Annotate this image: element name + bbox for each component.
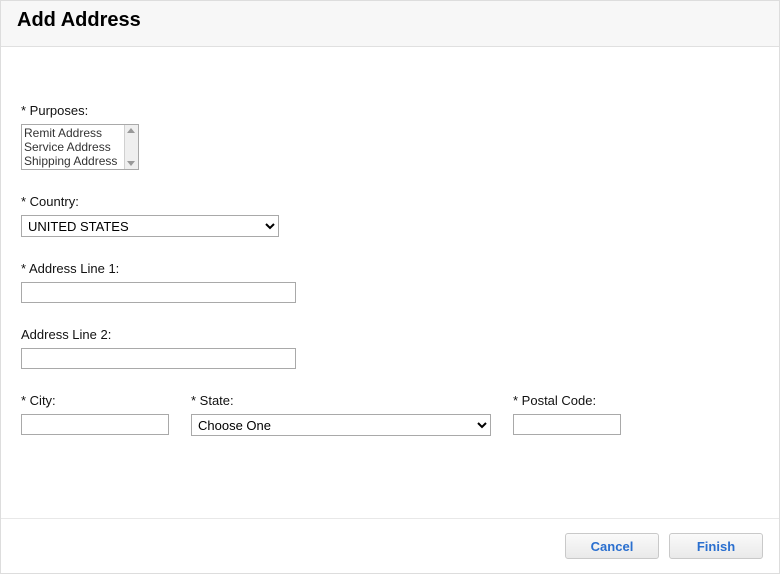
purposes-option[interactable]: Remit Address (24, 126, 137, 140)
scrollbar[interactable] (124, 125, 138, 169)
address2-label: Address Line 2: (21, 327, 759, 342)
purposes-option[interactable]: Shipping Address (24, 154, 137, 168)
dialog-body: * Purposes: Remit Address Service Addres… (1, 47, 779, 456)
city-field: * City: (21, 393, 169, 436)
city-label: * City: (21, 393, 169, 408)
address1-label: * Address Line 1: (21, 261, 759, 276)
cancel-button[interactable]: Cancel (565, 533, 659, 559)
city-input[interactable] (21, 414, 169, 435)
state-select[interactable]: Choose One (191, 414, 491, 436)
purposes-field: * Purposes: Remit Address Service Addres… (21, 103, 759, 170)
country-select[interactable]: UNITED STATES (21, 215, 279, 237)
finish-button[interactable]: Finish (669, 533, 763, 559)
address1-input[interactable] (21, 282, 296, 303)
country-field: * Country: UNITED STATES (21, 194, 759, 237)
address2-field: Address Line 2: (21, 327, 759, 369)
add-address-dialog: ✕ Add Address * Purposes: Remit Address … (0, 0, 780, 574)
scroll-down-icon[interactable] (127, 161, 135, 166)
postal-input[interactable] (513, 414, 621, 435)
dialog-header: Add Address (1, 1, 779, 47)
dialog-title: Add Address (17, 9, 763, 32)
dialog-footer: Cancel Finish (1, 518, 779, 573)
address1-field: * Address Line 1: (21, 261, 759, 303)
state-label: * State: (191, 393, 491, 408)
state-field: * State: Choose One (191, 393, 491, 436)
postal-label: * Postal Code: (513, 393, 621, 408)
postal-field: * Postal Code: (513, 393, 621, 436)
address2-input[interactable] (21, 348, 296, 369)
scroll-up-icon[interactable] (127, 128, 135, 133)
city-state-postal-row: * City: * State: Choose One * Postal Cod… (21, 393, 759, 436)
purposes-listbox[interactable]: Remit Address Service Address Shipping A… (21, 124, 139, 170)
purposes-label: * Purposes: (21, 103, 759, 118)
country-label: * Country: (21, 194, 759, 209)
purposes-option[interactable]: Service Address (24, 140, 137, 154)
